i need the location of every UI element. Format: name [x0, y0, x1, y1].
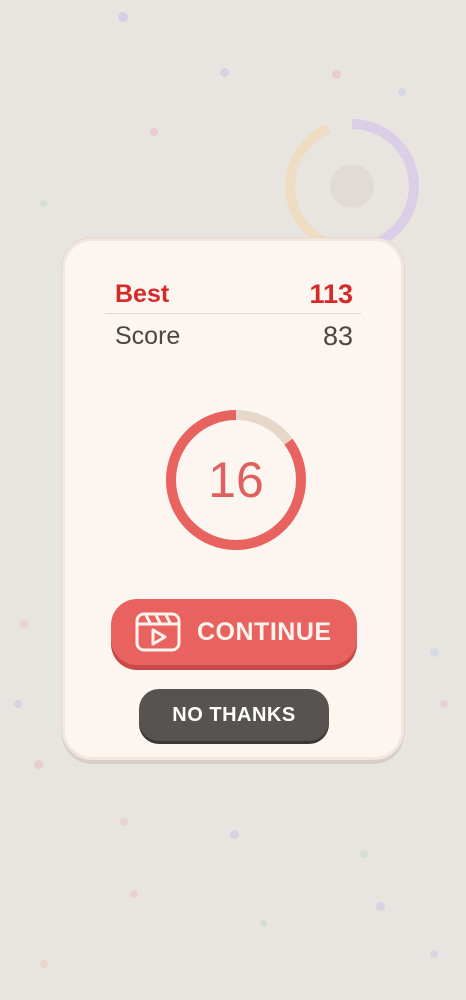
- video-play-icon: [135, 612, 181, 652]
- best-value: 113: [309, 279, 353, 309]
- current-score-row: Score 83: [115, 321, 353, 352]
- best-label: Best: [115, 280, 170, 308]
- no-thanks-button[interactable]: NO THANKS: [139, 689, 329, 741]
- countdown-number: 16: [208, 452, 264, 508]
- game-over-panel: Best 113 Score 83 16 CONTINUE NO THANKS: [62, 238, 404, 760]
- score-label: Score: [115, 322, 181, 350]
- score-value: 83: [322, 321, 353, 351]
- continue-button[interactable]: CONTINUE: [111, 599, 357, 665]
- best-score-row: Best 113: [115, 279, 353, 310]
- continue-label: CONTINUE: [197, 617, 332, 646]
- divider: [105, 313, 361, 314]
